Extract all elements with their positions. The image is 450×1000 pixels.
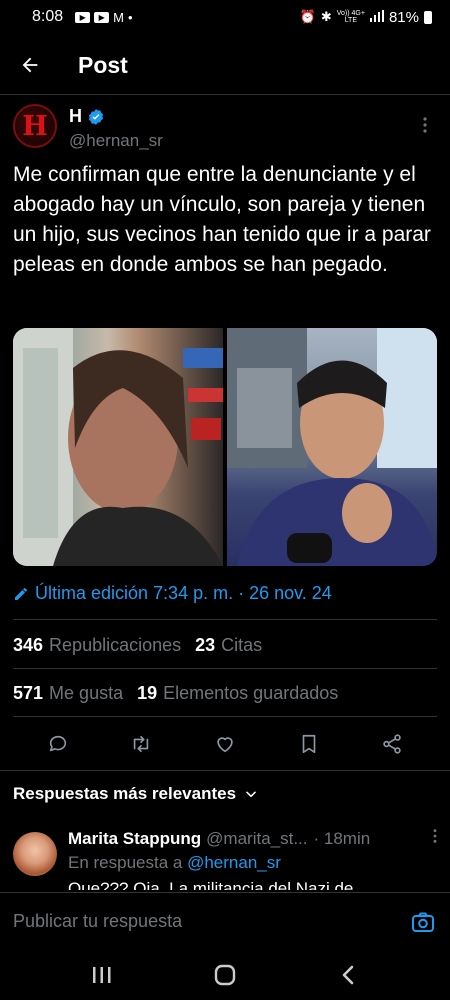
system-back-button[interactable] (323, 955, 373, 995)
camera-icon (412, 912, 434, 932)
home-button[interactable] (200, 955, 250, 995)
post-author: H H @hernan_sr (13, 104, 437, 154)
replies-sort-button[interactable]: Respuestas más relevantes (13, 784, 258, 804)
likes-label[interactable]: Me gusta (49, 683, 123, 704)
edit-pencil-icon (15, 587, 27, 600)
youtube-icon: ▶ (94, 11, 110, 23)
reposts-count[interactable]: 346 (13, 635, 43, 656)
like-button[interactable] (205, 724, 245, 764)
reply-context-handle[interactable]: @hernan_sr (187, 853, 281, 872)
share-icon (383, 734, 401, 754)
likes-count[interactable]: 571 (13, 683, 43, 704)
reply-composer: Publicar tu respuesta (0, 892, 450, 950)
media-image-2[interactable] (227, 328, 437, 566)
recent-apps-icon (92, 967, 111, 983)
post-text: Me confirman que entre la denunciante y … (13, 163, 431, 276)
bookmark-icon (302, 734, 315, 754)
media-image-1[interactable] (13, 328, 223, 566)
gmail-icon: M (113, 9, 124, 25)
home-icon (214, 964, 236, 986)
author-handle[interactable]: @hernan_sr (69, 131, 163, 151)
avatar[interactable]: H (13, 104, 57, 148)
actions-divider (0, 770, 450, 771)
bookmarks-label[interactable]: Elementos guardados (163, 683, 338, 704)
reply-body: Marita Stappung @marita_st... · 18min En… (68, 828, 438, 890)
quotes-label[interactable]: Citas (221, 635, 262, 656)
author-name[interactable]: H (69, 106, 82, 127)
share-button[interactable] (372, 724, 412, 764)
reply-input[interactable]: Publicar tu respuesta (13, 911, 409, 932)
battery-percent: 81% (388, 8, 419, 26)
reply-text: Que??? Oia. La militancia del Nazi de (68, 879, 354, 890)
woman-photo (13, 328, 223, 566)
reply-header: Marita Stappung @marita_st... · 18min (68, 828, 438, 849)
bookmarks-count[interactable]: 19 (137, 683, 157, 704)
signal-icon (369, 9, 384, 25)
camera-button[interactable] (409, 908, 437, 936)
reply-author-name[interactable]: Marita Stappung (68, 829, 201, 849)
repost-button[interactable] (121, 724, 161, 764)
reply-time: · 18min (313, 828, 371, 848)
replies-sort-label: Respuestas más relevantes (13, 784, 237, 803)
back-button[interactable] (0, 36, 60, 94)
system-navigation-bar (0, 950, 450, 1000)
author-names: H @hernan_sr (69, 104, 163, 154)
last-edited-label: Última edición 7:34 p. m. · 26 nov. 24 (35, 583, 332, 603)
quotes-count[interactable]: 23 (195, 635, 215, 656)
reply-more-button[interactable] (432, 828, 438, 849)
last-edited-link[interactable]: Última edición 7:34 p. m. · 26 nov. 24 (13, 583, 332, 604)
battery-icon (424, 10, 432, 24)
network-type-icon: Vo)) 4G+ LTE (336, 10, 365, 24)
post-media[interactable] (13, 328, 437, 566)
more-vertical-icon (433, 829, 437, 843)
chevron-down-icon (246, 791, 256, 798)
man-photo (227, 328, 437, 566)
reply-context-prefix: En respuesta a (68, 853, 183, 872)
bookmark-button[interactable] (289, 724, 329, 764)
stats-reposts-quotes: 346 Republicaciones 23 Citas (13, 621, 276, 669)
page-title: Post (78, 51, 128, 78)
verified-badge-icon (88, 108, 104, 125)
status-time: 8:08 (32, 8, 64, 25)
avatar[interactable] (13, 832, 57, 876)
post-actions (0, 718, 450, 770)
status-bar: 8:08 ▶ ▶ M • ⏰ ✱ Vo)) 4G+ LTE 81% (0, 0, 450, 34)
heart-icon (217, 737, 233, 753)
arrow-left-icon (22, 57, 38, 73)
recent-apps-button[interactable] (77, 955, 127, 995)
reply-context: En respuesta a @hernan_sr (68, 853, 438, 873)
status-right: ⏰ ✱ Vo)) 4G+ LTE 81% (300, 9, 432, 26)
reply-button[interactable] (38, 724, 78, 764)
youtube-icon: ▶ (75, 11, 91, 23)
header-divider (0, 94, 450, 95)
reply-icon (49, 735, 66, 752)
reposts-label[interactable]: Republicaciones (49, 635, 181, 656)
more-options-button[interactable] (413, 104, 437, 154)
stats-divider-bottom (13, 716, 437, 717)
stats-divider-top (13, 619, 437, 620)
top-app-bar: Post (0, 36, 450, 94)
more-notifications-icon: • (127, 9, 133, 25)
stats-likes-bookmarks: 571 Me gusta 19 Elementos guardados (13, 669, 352, 717)
alarm-icon: ⏰ (299, 9, 316, 24)
reply-item[interactable]: Marita Stappung @marita_st... · 18min En… (13, 828, 439, 890)
chevron-left-icon (343, 965, 354, 985)
status-left: 8:08 ▶ ▶ M • (32, 8, 133, 26)
author-name-row: H (69, 106, 163, 127)
more-vertical-icon (423, 117, 427, 133)
repost-icon (134, 735, 149, 753)
bluetooth-icon: ✱ (320, 9, 332, 24)
reply-author-handle[interactable]: @marita_st... (206, 829, 307, 849)
